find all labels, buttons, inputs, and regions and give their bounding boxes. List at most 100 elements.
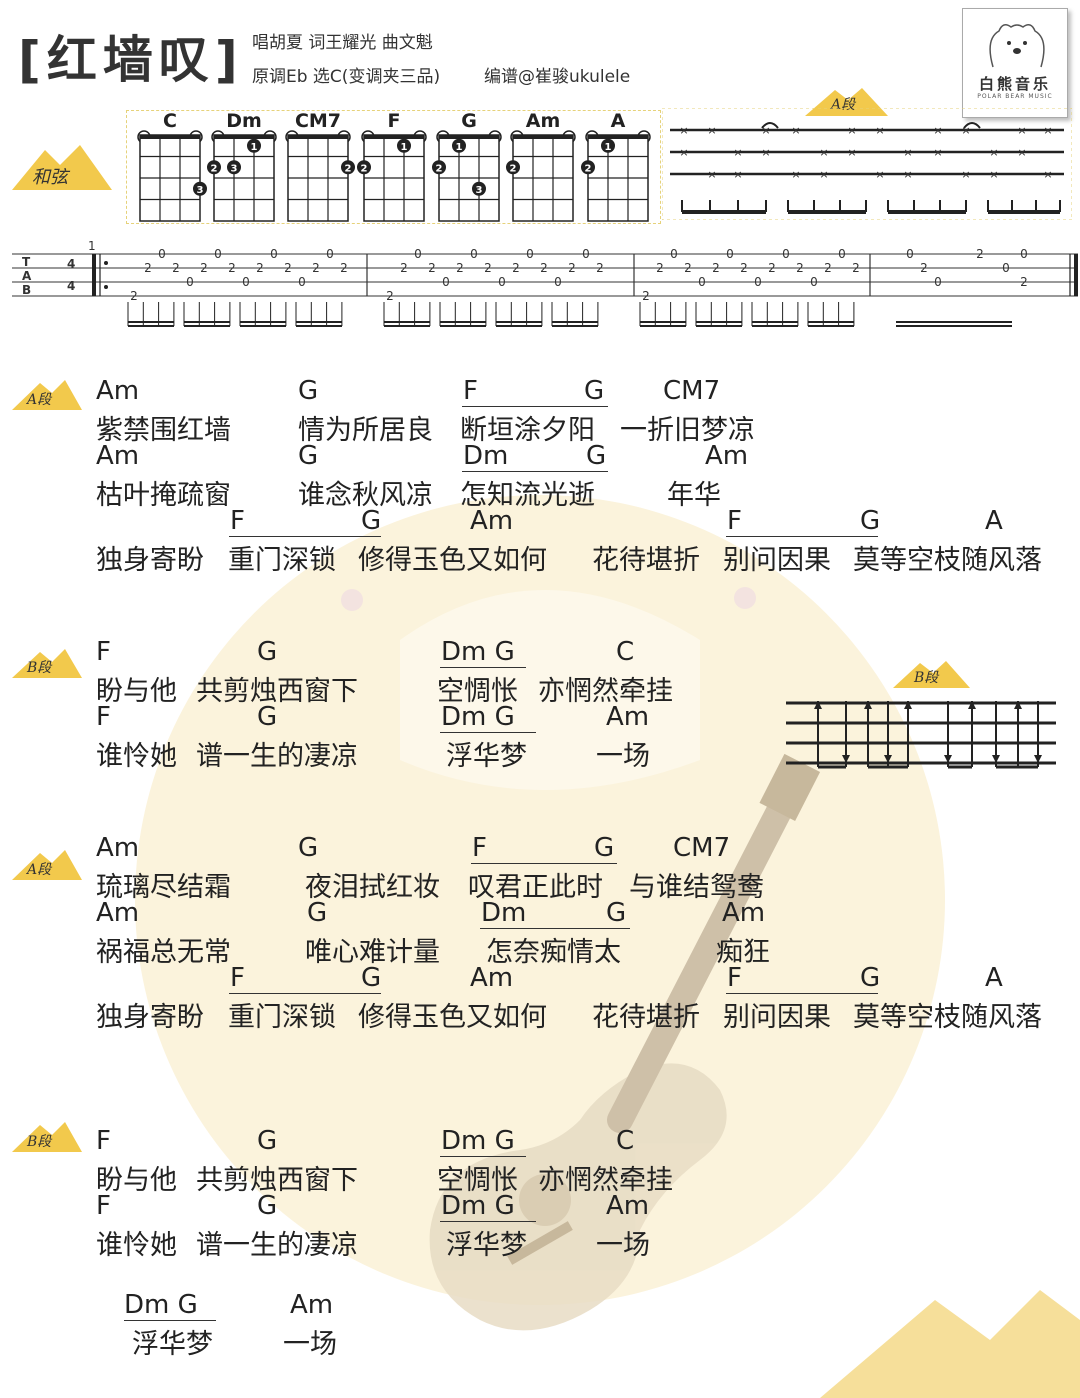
chord-diagram-name: CM7 [294, 110, 342, 132]
chord-label: F [727, 963, 742, 993]
lyric-text: 一场 [283, 1329, 337, 1360]
chord-diagram-name: Am [525, 110, 561, 132]
chord-label: Am [470, 963, 514, 993]
chord-label: G [298, 376, 319, 406]
finger-number: 2 [211, 163, 218, 174]
finger-number: 2 [510, 163, 517, 174]
chord-label: G [257, 1191, 278, 1221]
tab-fret-number: 0 [526, 247, 534, 261]
tab-fret-number: 2 [712, 261, 720, 275]
chord-label: F [230, 963, 245, 993]
tab-fret-number: 2 [656, 261, 664, 275]
finger-number: 3 [197, 185, 204, 196]
chord-label: G [298, 833, 319, 863]
chord-label: C [616, 637, 635, 667]
chord-label: G [584, 376, 605, 406]
tab-fret-number: 0 [1020, 247, 1028, 261]
tab-fret-number: 2 [484, 261, 492, 275]
tab-fret-number: 2 [228, 261, 236, 275]
tab-fret-number: 0 [554, 275, 562, 289]
tab-fret-number: 0 [214, 247, 222, 261]
chord-label: Am [96, 441, 140, 471]
lyric-text: 一场 [596, 1230, 650, 1261]
tab-fret-number: 2 [796, 261, 804, 275]
lyric-text: 莫等空枝随风落 [853, 545, 1042, 576]
finger-number: 2 [345, 163, 352, 174]
chord-diagram-name: F [387, 110, 401, 132]
chord-underline [440, 1221, 536, 1222]
tab-fret-number: 0 [934, 275, 942, 289]
lyric-text: 谱一生的凄凉 [196, 1230, 358, 1261]
strum-mark: × [679, 146, 688, 159]
lyric-text: 花待堪折 [592, 1002, 700, 1033]
chord-diagram: 1 2 3 [207, 130, 277, 222]
tab-fret-number: 2 [568, 261, 576, 275]
chord-label: F [230, 506, 245, 536]
tab-fret-number: 0 [838, 247, 846, 261]
lyric-text: 一场 [596, 741, 650, 772]
tab-fret-number: 2 [312, 261, 320, 275]
chord-diagram-name: C [163, 110, 177, 132]
chord-label: A [985, 963, 1003, 993]
strum-mark: × [791, 124, 800, 137]
chord-label: Am [96, 833, 140, 863]
tab-fret-number: 2 [144, 261, 152, 275]
chord-label: C [616, 1126, 635, 1156]
tab-fret-number: 0 [754, 275, 762, 289]
strum-pattern-b [786, 701, 1056, 769]
lyric-text: 别问因果 [723, 545, 831, 576]
chord-label: G [860, 506, 881, 536]
tab-fret-number: 2 [284, 261, 292, 275]
tab-fret-number: 2 [400, 261, 408, 275]
chord-label: F [96, 702, 111, 732]
tab-fret-number: 2 [512, 261, 520, 275]
strum-mark: × [791, 168, 800, 181]
finger-number: 2 [436, 163, 443, 174]
chord-diagram: 1 2 3 [432, 130, 502, 222]
finger-number: 1 [605, 142, 612, 153]
chord-label: F [96, 637, 111, 667]
tab-fret-number: 0 [1002, 261, 1010, 275]
chord-label: G [257, 1126, 278, 1156]
tab-repeat-dot [104, 261, 108, 265]
lyric-text: 修得玉色又如何 [358, 545, 547, 576]
finger-number: 2 [585, 163, 592, 174]
mountain-bottom-right [820, 1290, 1080, 1398]
chord-label: Am [96, 376, 140, 406]
finger-number: 3 [231, 163, 238, 174]
tab-fret-number: 0 [414, 247, 422, 261]
strum-mark: × [875, 124, 884, 137]
lyric-text: 浮华梦 [446, 1230, 527, 1261]
tab-letter-a: A [22, 269, 32, 283]
strum-mark: × [819, 146, 828, 159]
strum-mark: × [707, 168, 716, 181]
tab-fret-number: 0 [270, 247, 278, 261]
chord-label: G [361, 963, 382, 993]
strum-mark: × [819, 168, 828, 181]
lyric-text: 独身寄盼 [96, 1002, 204, 1033]
chord-underline [471, 863, 617, 864]
chord-label: Dm G [124, 1290, 198, 1320]
chord-underline [440, 1156, 526, 1157]
strum-mark: × [679, 124, 688, 137]
tab-letter-t: T [22, 255, 31, 269]
lyric-text: 年华 [667, 480, 721, 511]
strum-mark: × [933, 146, 942, 159]
polar-bear-icon [989, 24, 1045, 68]
tab-fret-number: 0 [186, 275, 194, 289]
chord-underline [480, 928, 630, 929]
tab-fret-number: 2 [456, 261, 464, 275]
tab-fret-number: 2 [596, 261, 604, 275]
bear-cheek-right [734, 587, 756, 609]
chord-label: Dm [481, 898, 527, 928]
strum-mark: × [847, 124, 856, 137]
section-a1-label: A段 [27, 392, 52, 408]
chord-label: Am [606, 1191, 650, 1221]
chord-underline [124, 1320, 216, 1321]
strum-pattern-a: ×××××××××××××××××××××××××××× [662, 108, 1072, 220]
tab-fret-number: 2 [256, 261, 264, 275]
lyric-text: 重门深锁 [228, 1002, 336, 1033]
tab-fret-number: 0 [298, 275, 306, 289]
bear-cheek-left [341, 589, 363, 611]
tab-fret-number: 0 [442, 275, 450, 289]
